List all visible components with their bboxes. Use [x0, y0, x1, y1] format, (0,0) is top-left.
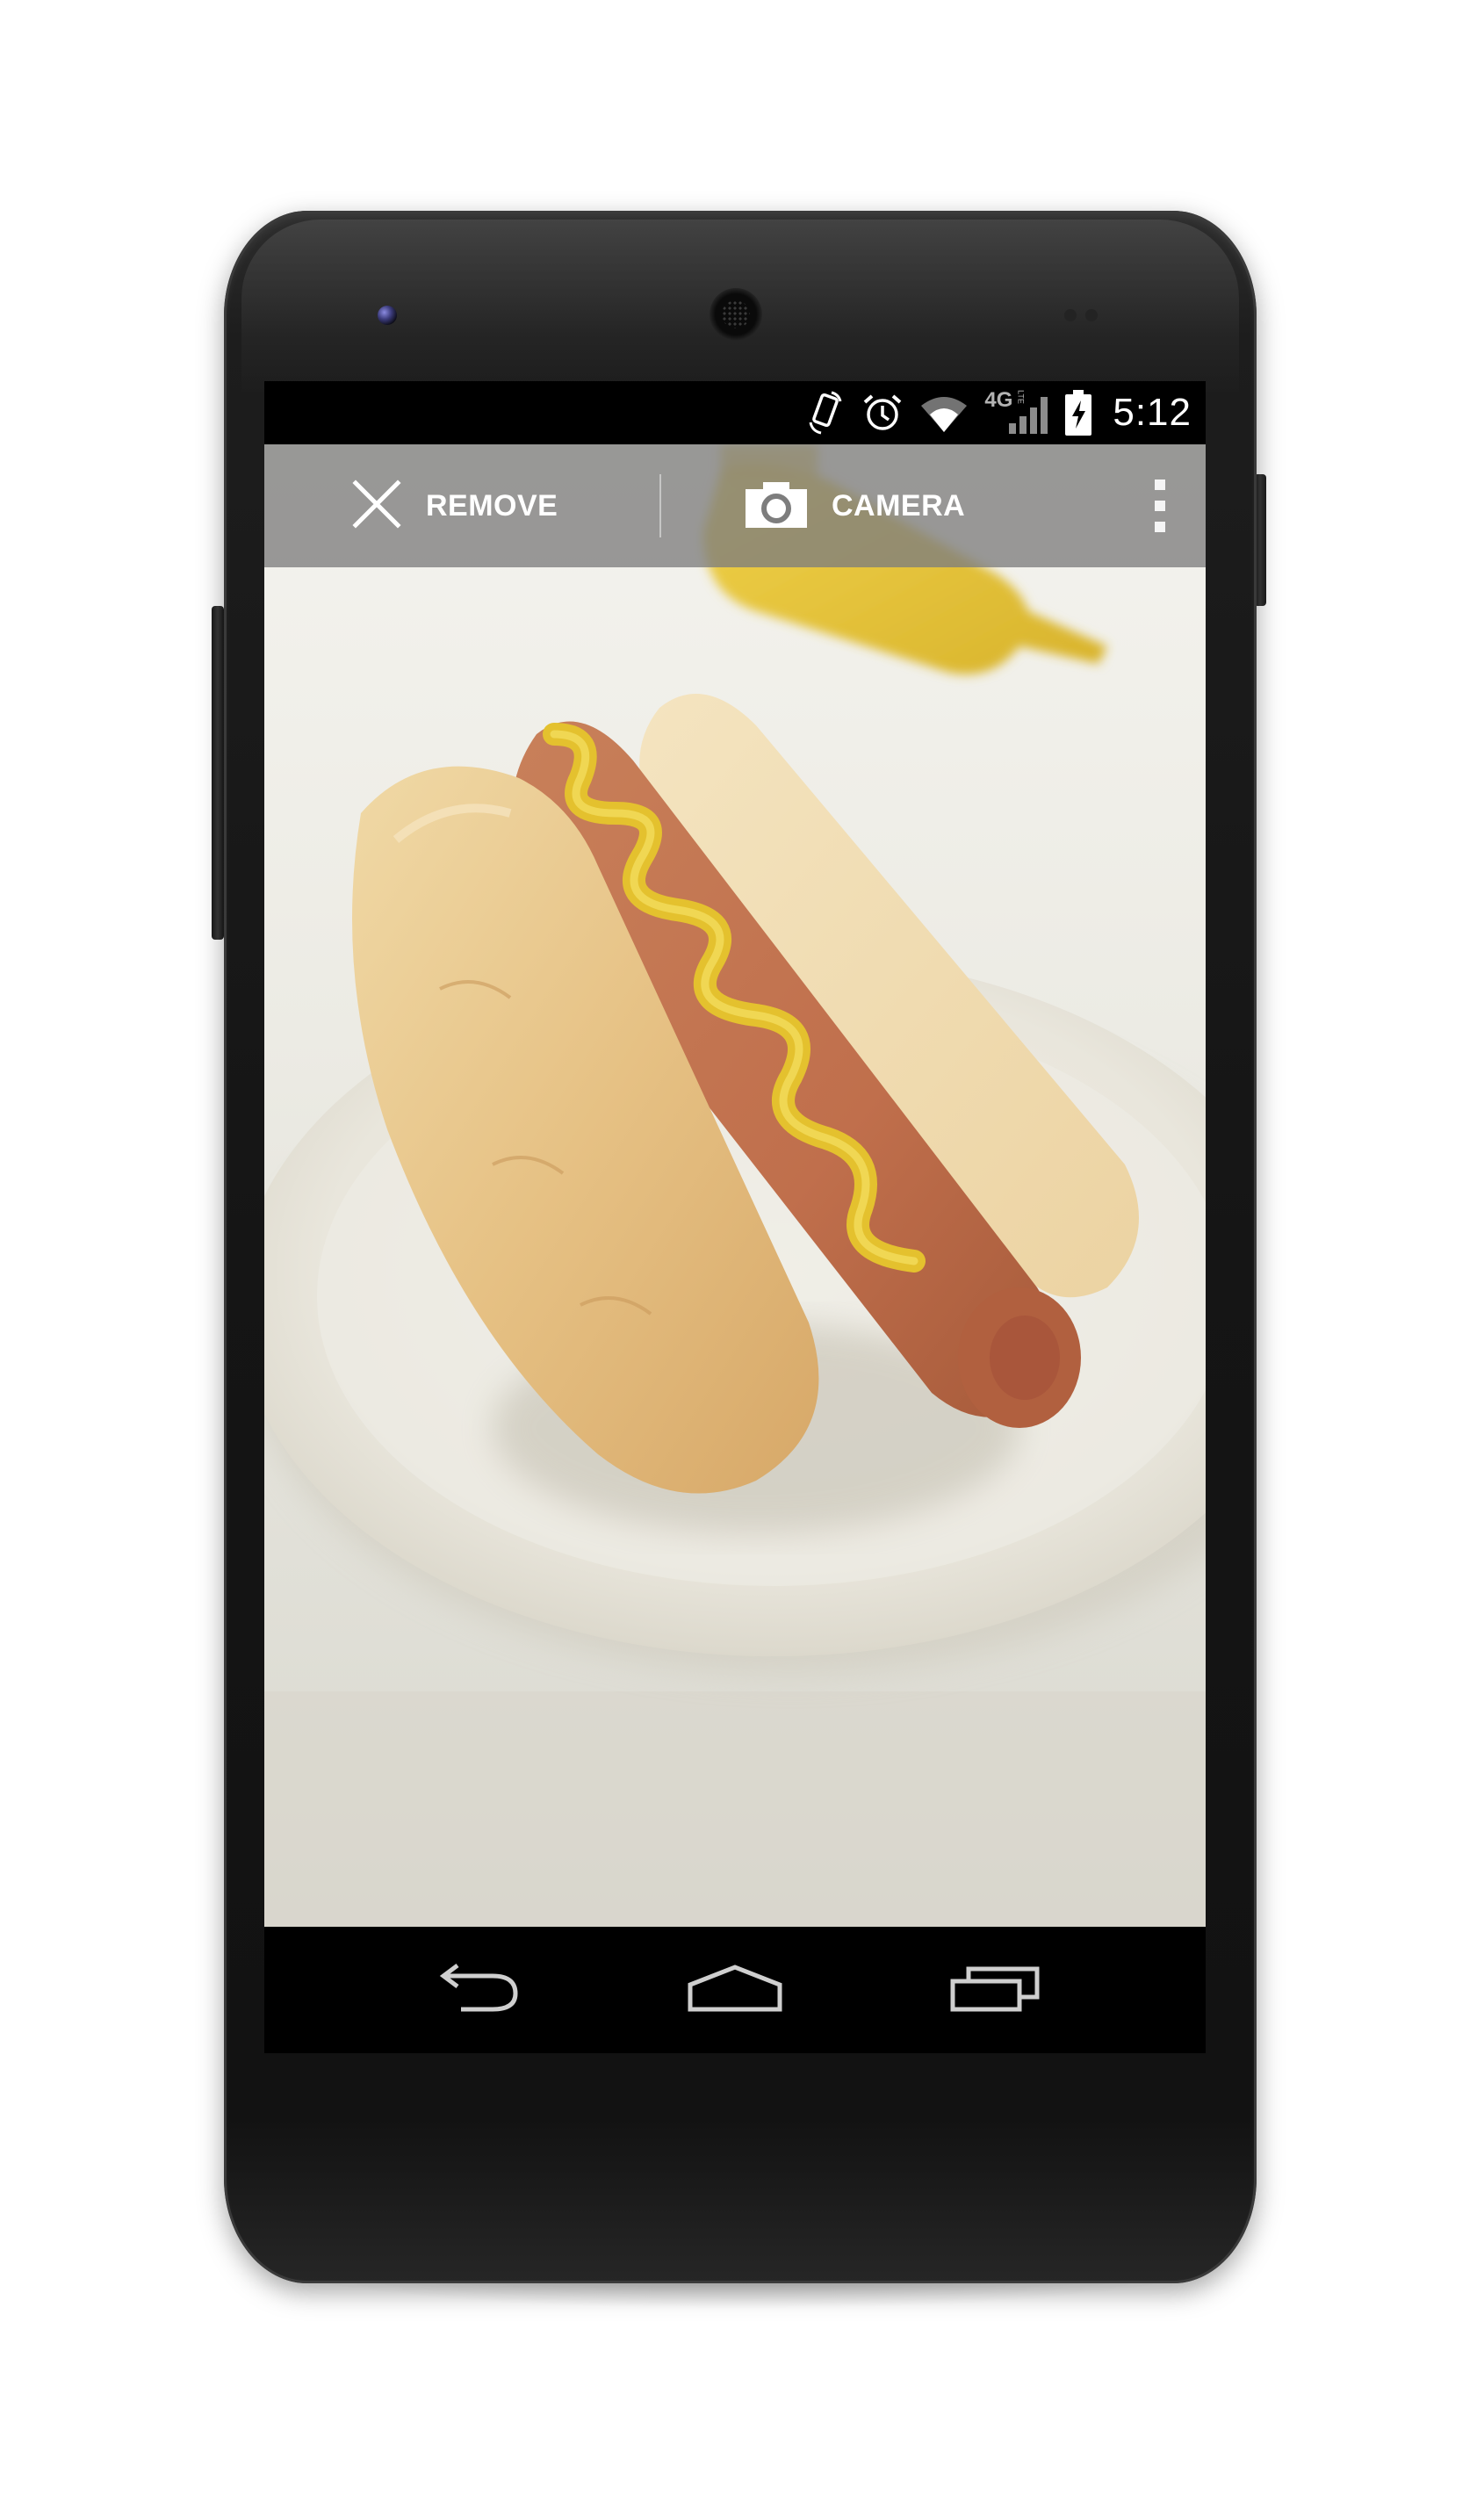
front-camera — [378, 306, 397, 325]
status-clock: 5:12 — [1113, 391, 1192, 434]
battery-charging-icon — [1065, 390, 1092, 436]
recents-icon — [949, 1964, 1041, 2017]
overflow-menu-icon[interactable] — [1142, 479, 1178, 532]
camera-icon — [746, 480, 807, 532]
home-button[interactable] — [647, 1927, 823, 2053]
action-bar-divider — [659, 474, 661, 537]
overflow-dot — [1155, 479, 1165, 490]
proximity-sensor — [1064, 309, 1077, 321]
alarm-icon — [861, 392, 904, 434]
signal-icon: 4G LTE — [984, 388, 1049, 436]
phone-screen: 4G LTE 5:12 REMOVE CAMERA — [264, 381, 1206, 2053]
remove-label: REMOVE — [426, 488, 558, 523]
recents-button[interactable] — [907, 1927, 1083, 2053]
overflow-dot — [1155, 522, 1165, 532]
overflow-dot — [1155, 501, 1165, 511]
navigation-bar — [264, 1927, 1206, 2053]
wifi-icon — [919, 393, 969, 432]
contextual-action-bar: REMOVE CAMERA — [264, 444, 1206, 567]
product-shot-stage: 4G LTE 5:12 REMOVE CAMERA — [0, 0, 1484, 2509]
volume-button — [212, 606, 224, 940]
hotdog-photo — [264, 444, 1206, 1927]
remove-button[interactable]: REMOVE — [352, 444, 558, 567]
light-sensor — [1085, 309, 1098, 321]
photo-viewer[interactable]: REMOVE CAMERA — [264, 444, 1206, 1927]
back-button[interactable] — [387, 1927, 563, 2053]
earpiece-speaker — [710, 288, 762, 341]
status-icons: 4G LTE 5:12 — [807, 381, 1192, 444]
camera-label: CAMERA — [832, 488, 966, 523]
status-bar: 4G LTE 5:12 — [264, 381, 1206, 444]
close-icon — [352, 479, 401, 533]
home-icon — [687, 1964, 783, 2017]
camera-button[interactable]: CAMERA — [746, 444, 965, 567]
screen-rotation-icon — [807, 391, 846, 435]
back-icon — [431, 1963, 519, 2017]
